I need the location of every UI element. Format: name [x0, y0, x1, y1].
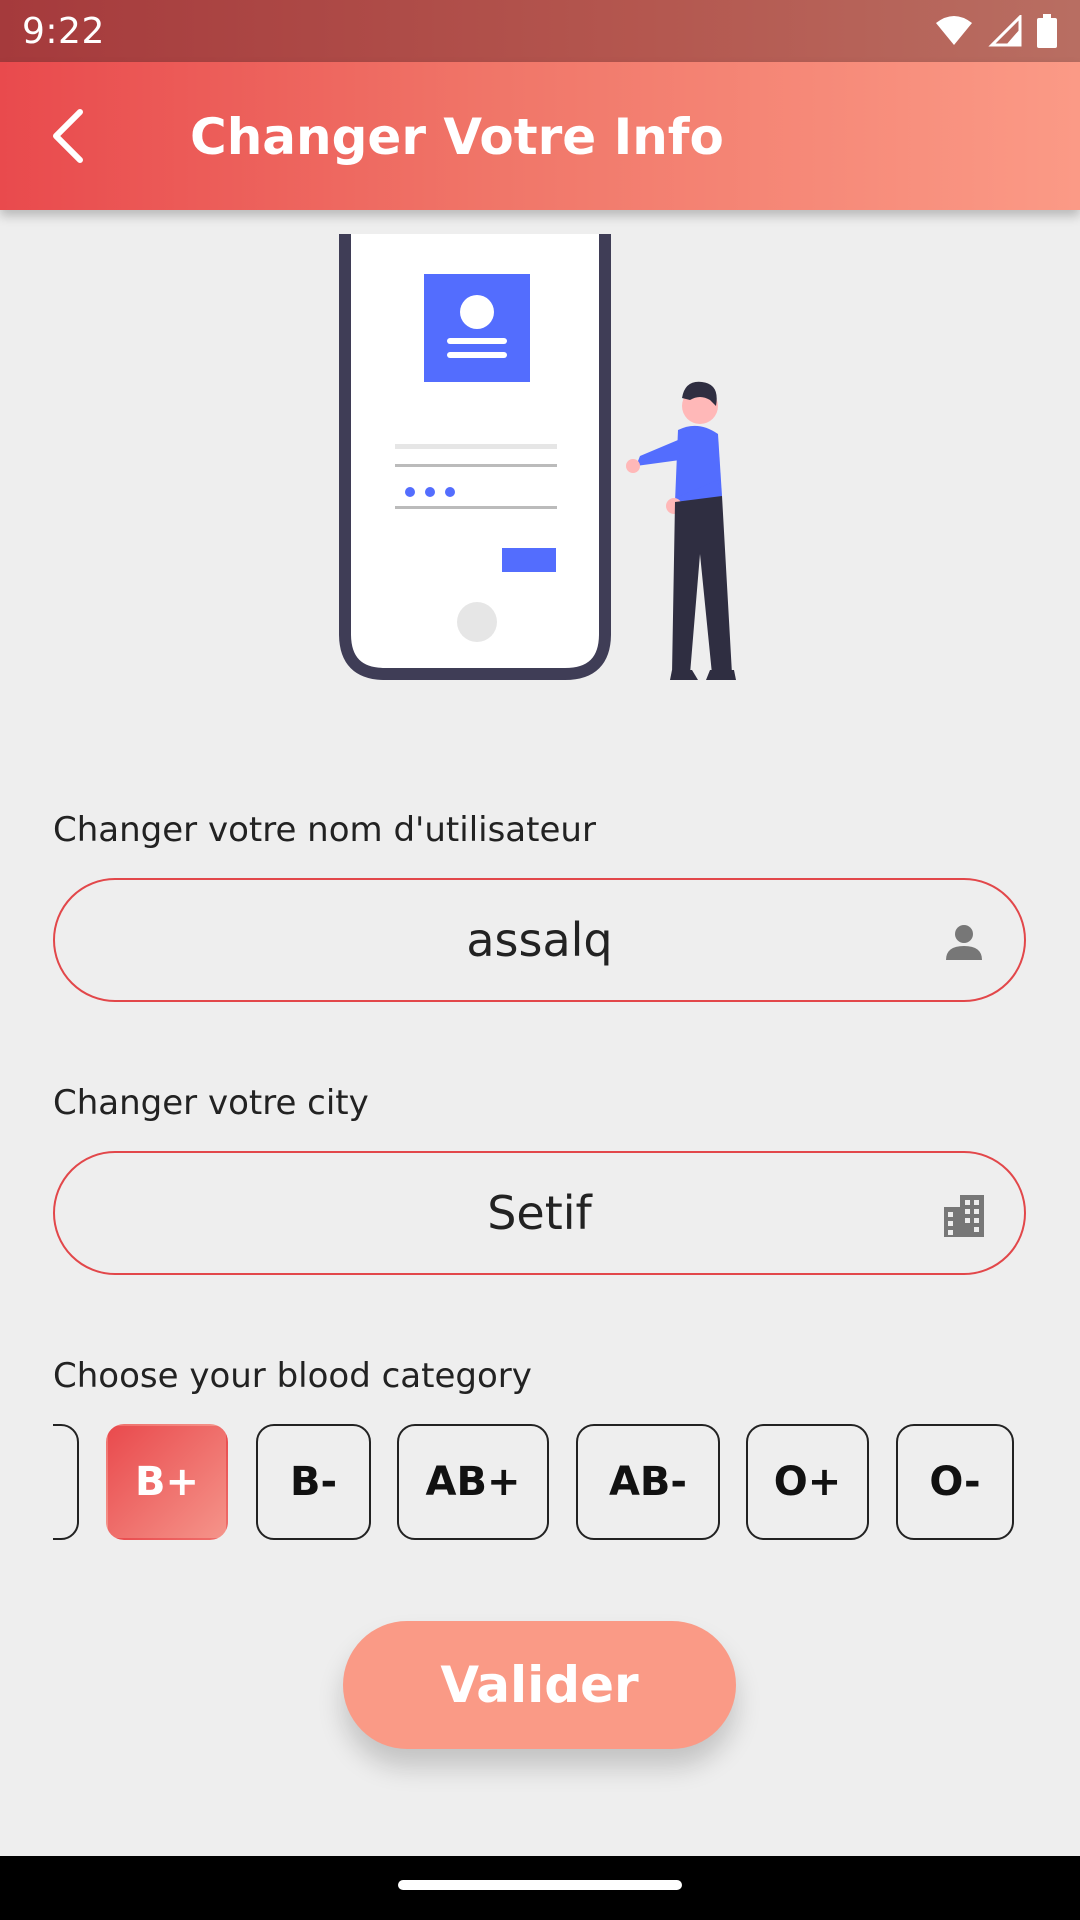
validate-button[interactable]: Valider — [343, 1621, 736, 1749]
blood-chip-o-negative[interactable]: O- — [896, 1424, 1014, 1540]
blood-chip-ab-positive[interactable]: AB+ — [397, 1424, 549, 1540]
chevron-left-icon — [53, 109, 83, 163]
page-title: Changer Votre Info — [190, 108, 724, 166]
navigation-bar — [0, 1856, 1080, 1920]
username-label: Changer votre nom d'utilisateur — [53, 810, 596, 850]
blood-label: Choose your blood category — [53, 1356, 532, 1396]
username-field[interactable]: assalq — [53, 878, 1026, 1002]
home-gesture-pill[interactable] — [398, 1880, 682, 1890]
profile-illustration — [339, 234, 736, 680]
blood-chip-b-positive[interactable]: B+ — [106, 1424, 228, 1540]
person-icon — [946, 925, 982, 960]
city-value: Setif — [487, 1186, 592, 1240]
status-bar: 9:22 — [0, 0, 1080, 62]
signal-icon — [988, 15, 1022, 47]
blood-chip-b-negative[interactable]: B- — [256, 1424, 371, 1540]
battery-icon — [1037, 14, 1057, 48]
blood-chip-o-positive[interactable]: O+ — [746, 1424, 869, 1540]
wifi-icon — [936, 16, 972, 45]
username-value: assalq — [466, 913, 613, 967]
blood-chip-ab-negative[interactable]: AB- — [576, 1424, 720, 1540]
city-label: Changer votre city — [53, 1083, 369, 1123]
building-icon — [944, 1195, 984, 1237]
status-icons — [934, 14, 1058, 48]
status-time: 9:22 — [22, 10, 105, 52]
city-field[interactable]: Setif — [53, 1151, 1026, 1275]
app-bar: Changer Votre Info — [0, 62, 1080, 210]
blood-chip-partial[interactable] — [53, 1424, 79, 1540]
back-button[interactable] — [32, 100, 104, 172]
blood-category-chips: B+ B- AB+ AB- O+ O- — [53, 1424, 1026, 1542]
